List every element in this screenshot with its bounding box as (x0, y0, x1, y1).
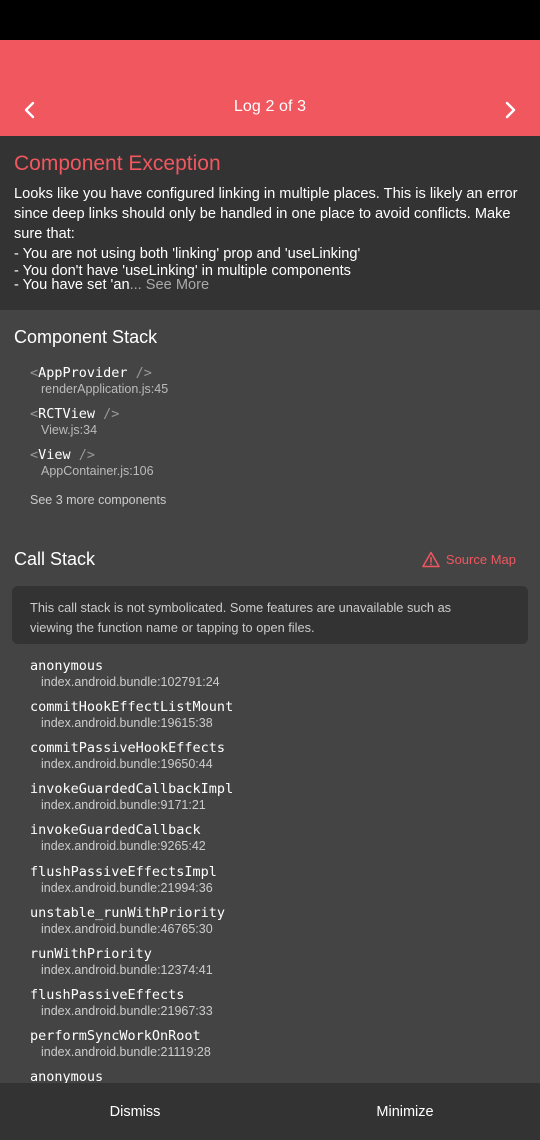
frame-function-name: performSyncWorkOnRoot (30, 1027, 201, 1044)
footer-bar: Dismiss Minimize (0, 1083, 540, 1140)
component-name-line: <View /> (30, 447, 96, 463)
exception-message: Looks like you have configured linking i… (14, 184, 528, 292)
stack-frame[interactable]: runWithPriority index.android.bundle:1237… (30, 946, 213, 977)
stack-frame[interactable]: commitPassiveHookEffects index.android.bu… (30, 740, 225, 771)
log-header: Log 2 of 3 (0, 40, 540, 136)
frame-function-name: commitPassiveHookEffects (30, 740, 226, 757)
frame-file-location: index.android.bundle:9171:21 (41, 798, 206, 813)
component-name: View (38, 447, 71, 463)
component-frame[interactable]: <RCTView /> View.js:34 (30, 406, 119, 437)
component-stack-title: Component Stack (14, 327, 158, 347)
frame-file-location: index.android.bundle:19650:44 (41, 757, 213, 772)
frame-function-name: flushPassiveEffects (30, 986, 185, 1003)
exception-line: - You are not using both 'linking' prop … (14, 246, 361, 262)
exception-line: sure that: (14, 226, 75, 242)
stack-frame[interactable]: invokeGuardedCallbackImpl index.android.b… (30, 781, 233, 812)
next-log-button[interactable] (490, 92, 530, 128)
stack-frame[interactable]: anonymous index.android.bundle:102791:24 (30, 658, 220, 689)
stack-frame[interactable]: commitHookEffectListMount index.android.b… (30, 699, 233, 730)
stack-frame[interactable]: flushPassiveEffects index.android.bundle:… (30, 987, 213, 1018)
component-name: RCTView (38, 406, 96, 422)
frame-file-location: index.android.bundle:9265:42 (41, 839, 206, 854)
frame-function-name: runWithPriority (30, 945, 152, 962)
frame-function-name: commitHookEffectListMount (30, 699, 234, 716)
component-frame[interactable]: <View /> AppContainer.js:106 (30, 447, 154, 478)
stack-frame[interactable]: unstable_runWithPriority index.android.bu… (30, 905, 225, 936)
frame-file-location: index.android.bundle:21967:33 (41, 1003, 213, 1018)
frame-file-location: index.android.bundle:46765:30 (41, 921, 213, 936)
frame-function-name: invokeGuardedCallback (30, 822, 201, 839)
see-more-components-button[interactable]: See 3 more components (30, 493, 166, 507)
notice-line: viewing the function name or tapping to … (30, 620, 315, 635)
frame-file-location: index.android.bundle:12374:41 (41, 962, 213, 977)
component-name: AppProvider (38, 365, 128, 381)
warning-triangle-icon (422, 551, 440, 568)
frame-function-name: flushPassiveEffectsImpl (30, 863, 217, 880)
frame-file-location: index.android.bundle:21994:36 (41, 880, 213, 895)
log-title: Log 2 of 3 (233, 98, 307, 115)
exception-title: Component Exception (14, 152, 221, 175)
component-name-line: <RCTView /> (30, 406, 120, 422)
frame-file-location: index.android.bundle:21119:28 (41, 1044, 211, 1059)
exception-line: since deep links should only be handled … (14, 206, 511, 222)
exception-line-text: - You have set 'an (14, 277, 130, 293)
source-map-label: Source Map (445, 552, 516, 567)
stack-frame[interactable]: performSyncWorkOnRoot index.android.bundl… (30, 1028, 211, 1059)
exception-line: - You don't have 'useLinking' in multipl… (14, 263, 351, 279)
call-stack-title: Call Stack (14, 549, 96, 569)
frame-file-location: index.android.bundle:102791:24 (41, 675, 220, 689)
minimize-button[interactable]: Minimize (270, 1083, 540, 1140)
chevron-right-icon (505, 101, 516, 119)
component-file: renderApplication.js:45 (41, 382, 169, 396)
stack-frame[interactable]: invokeGuardedCallback index.android.bundl… (30, 822, 206, 853)
stack-frame[interactable]: flushPassiveEffectsImpl index.android.bun… (30, 864, 217, 895)
frame-function-name: unstable_runWithPriority (30, 904, 226, 921)
exception-line: Looks like you have configured linking i… (14, 186, 518, 202)
component-frame[interactable]: <AppProvider /> renderApplication.js:45 (30, 365, 168, 396)
component-file: AppContainer.js:106 (41, 464, 154, 478)
frame-function-name: invokeGuardedCallbackImpl (30, 781, 234, 798)
source-map-button[interactable]: Source Map (422, 551, 516, 568)
component-file: View.js:34 (41, 423, 98, 437)
frame-file-location: index.android.bundle:19615:38 (41, 716, 213, 731)
dismiss-button[interactable]: Dismiss (0, 1083, 270, 1140)
frame-function-name: anonymous (30, 658, 104, 674)
exception-panel: Component Exception Looks like you have … (0, 136, 540, 310)
see-more-button[interactable]: ... See More (130, 277, 210, 293)
notice-line: This call stack is not symbolicated. Som… (30, 600, 452, 615)
component-name-line: <AppProvider /> (30, 365, 152, 381)
exception-line-truncated: - You have set 'an... See More (14, 277, 528, 293)
symbolication-notice: This call stack is not symbolicated. Som… (12, 586, 528, 644)
status-bar (0, 0, 540, 40)
